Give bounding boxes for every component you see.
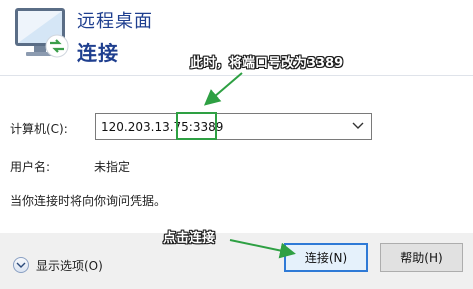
help-button[interactable]: 帮助(H)	[380, 243, 463, 272]
computer-input[interactable]	[96, 114, 342, 139]
port-highlight-box	[176, 112, 217, 140]
connect-annotation: 点击连接	[163, 231, 216, 246]
credentials-hint: 当你连接时将向你询问凭据。	[10, 194, 167, 208]
computer-label: 计算机(C):	[10, 122, 68, 136]
chevron-down-icon[interactable]	[351, 120, 365, 132]
connect-button[interactable]: 连接(N)	[284, 243, 368, 272]
app-title: 远程桌面	[77, 11, 153, 32]
computer-combobox[interactable]	[95, 113, 372, 140]
remote-desktop-monitor-icon	[15, 8, 69, 58]
header-divider	[0, 75, 473, 76]
username-value: 未指定	[94, 160, 131, 174]
expand-chevron-icon[interactable]	[13, 257, 29, 273]
port-annotation: 此时，将端口号改为3389	[190, 56, 344, 71]
dialog-subtitle: 连接	[77, 41, 119, 65]
port-arrow	[203, 72, 243, 106]
show-options-toggle[interactable]: 显示选项(O)	[13, 256, 103, 274]
username-label: 用户名:	[10, 160, 51, 174]
show-options-label[interactable]: 显示选项(O)	[36, 257, 103, 274]
